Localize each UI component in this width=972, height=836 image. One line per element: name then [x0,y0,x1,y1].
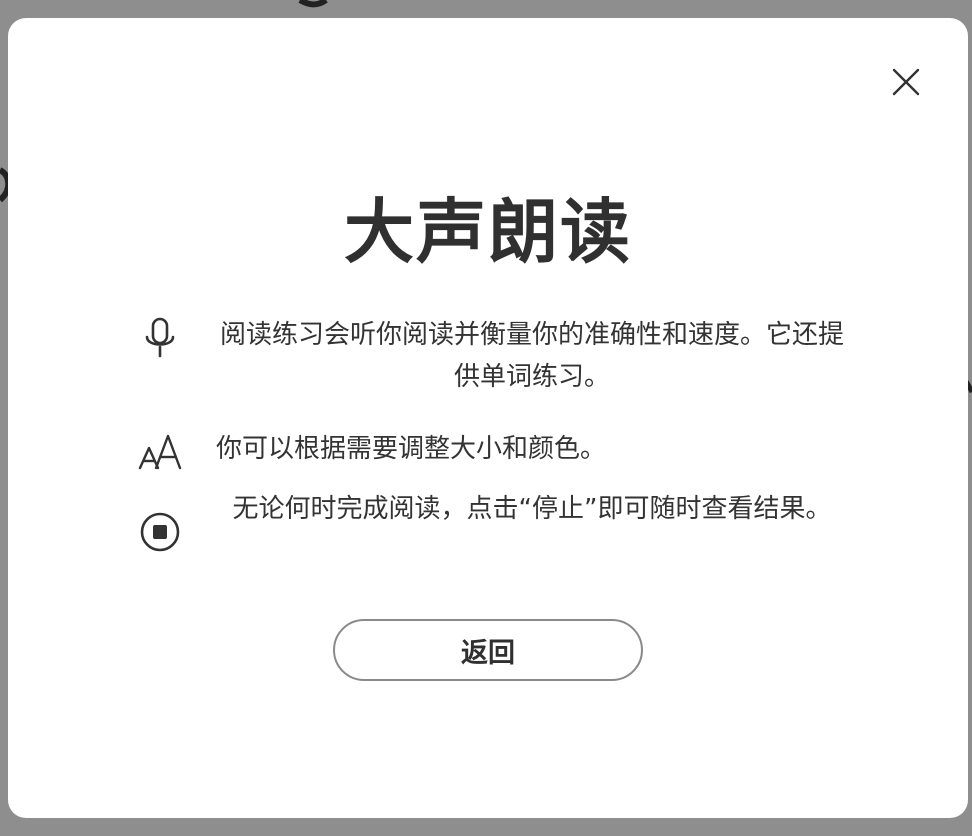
close-button[interactable] [888,64,924,100]
text-size-icon [136,428,184,476]
feature-text: 阅读练习会听你阅读并衡量你的准确性和速度。它还提供单词练习。 [219,320,844,392]
feature-text: 无论何时完成阅读，点击“停止”即可随时查看结果。 [232,494,832,524]
microphone-icon [136,314,184,362]
dialog-title: 大声朗读 [344,191,632,273]
back-button[interactable]: 返回 [333,619,643,681]
stop-icon [136,508,184,556]
feature-text: 你可以根据需要调整大小和颜色。 [216,434,607,464]
read-aloud-dialog: 大声朗读 阅读练习会听你阅读并衡量你的准确性和速度。它还提供单词练习。 你可以根… [8,18,968,818]
close-icon [892,68,920,96]
